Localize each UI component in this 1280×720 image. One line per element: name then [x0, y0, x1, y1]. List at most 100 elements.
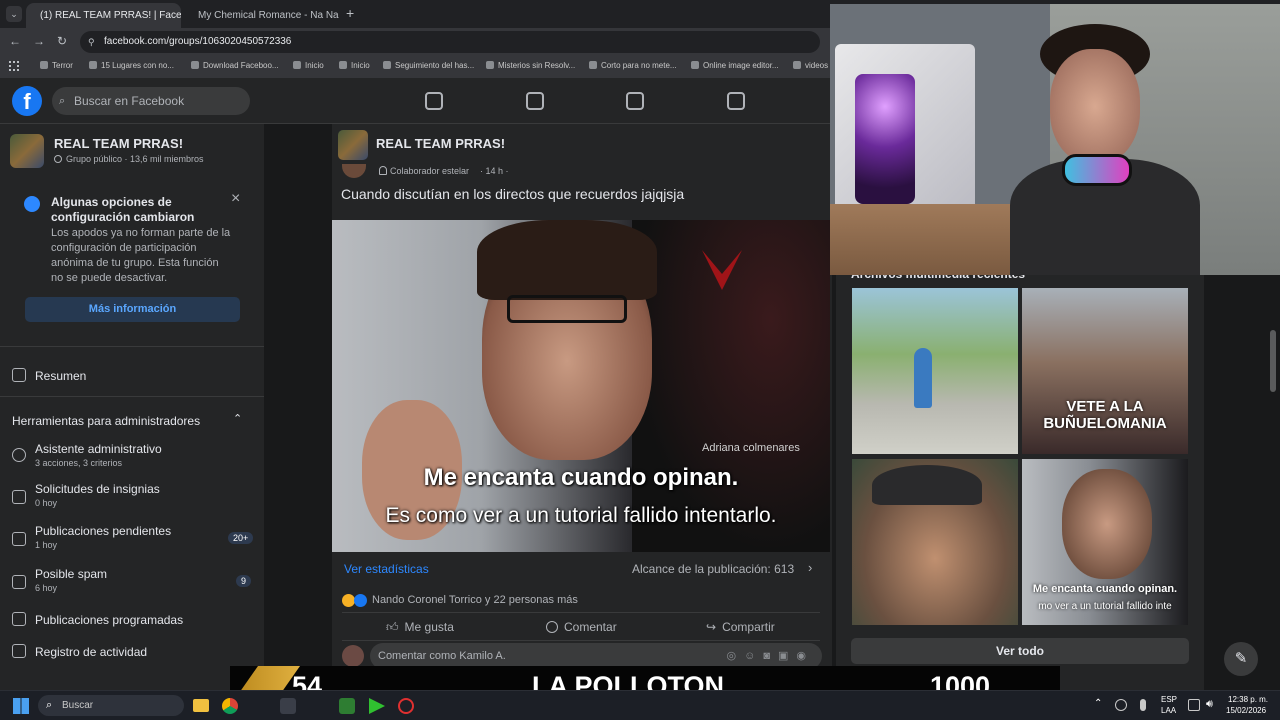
media-thumb-4[interactable]: Me encanta cuando opinan. mo ver a un tu…: [1022, 459, 1188, 625]
comment-icon: [546, 621, 558, 633]
sidebar-item-pending-posts[interactable]: Publicaciones pendientes: [35, 524, 171, 538]
like-label: Me gusta: [404, 620, 454, 634]
commenter-avatar[interactable]: [342, 645, 364, 667]
bookmark-item[interactable]: Seguimiento del has...: [383, 61, 474, 70]
notice-body: Los apodos ya no forman parte de la conf…: [51, 227, 231, 284]
sidebar-item-resumen[interactable]: Resumen: [35, 369, 86, 383]
facebook-logo[interactable]: f: [12, 86, 42, 116]
media-thumb-3[interactable]: [852, 459, 1018, 625]
more-info-button[interactable]: Más información: [25, 297, 240, 322]
sidebar-item-sub: 6 hoy: [35, 583, 58, 593]
subtitle-line-1: Me encanta cuando opinan.: [423, 464, 739, 491]
forward-icon[interactable]: →: [33, 34, 45, 48]
clock-date[interactable]: 15/02/2026: [1226, 706, 1266, 715]
tab-label: My Chemical Romance - Na Na: [198, 10, 339, 21]
language-bottom[interactable]: LAA: [1161, 706, 1176, 715]
windows-start-icon[interactable]: [13, 698, 29, 714]
glasses-shape: [507, 295, 627, 323]
group-avatar[interactable]: [10, 134, 44, 168]
sidebar-item-possible-spam[interactable]: Posible spam: [35, 567, 107, 581]
back-icon[interactable]: ←: [9, 34, 21, 48]
bookmark-item[interactable]: videos: [793, 61, 828, 70]
site-info-icon[interactable]: ⚲: [88, 31, 95, 53]
reactions-summary[interactable]: Nando Coronel Torrico y 22 personas más: [372, 594, 578, 606]
admin-tools-header[interactable]: Herramientas para administradores: [12, 414, 200, 428]
group-name[interactable]: REAL TEAM PRRAS!: [54, 136, 183, 151]
tab-list-button[interactable]: ⌄: [6, 6, 22, 22]
comment-placeholder: Comentar como Kamilo A.: [378, 650, 506, 662]
microphone-shape: [1062, 154, 1132, 186]
share-button[interactable]: ↪ Compartir: [706, 614, 775, 640]
feeds-icon[interactable]: [526, 92, 544, 110]
search-input[interactable]: ⌕ Buscar en Facebook: [52, 87, 250, 115]
chevron-right-icon[interactable]: ›: [808, 560, 812, 575]
sidebar-item-activity-log[interactable]: Registro de actividad: [35, 645, 147, 659]
video-watermark: Adriana colmenares: [702, 442, 800, 454]
bookmark-item[interactable]: Inicio: [293, 61, 324, 70]
bookmark-item[interactable]: Inicio: [339, 61, 370, 70]
url-text: facebook.com/groups/1063020450572336: [104, 36, 292, 47]
sidebar-item-scheduled-posts[interactable]: Publicaciones programadas: [35, 613, 183, 627]
tab-youtube[interactable]: My Chemical Romance - Na Na ×: [184, 3, 339, 28]
taskbar-app-icon[interactable]: [369, 698, 385, 714]
group-avatar-small[interactable]: [338, 130, 368, 160]
chevron-up-icon[interactable]: ⌃: [1094, 698, 1102, 709]
chrome-icon[interactable]: [222, 698, 238, 714]
post-reach[interactable]: Alcance de la publicación: 613: [632, 562, 794, 576]
search-icon: ⌕: [46, 699, 53, 711]
divider: [342, 640, 820, 641]
taskbar-search[interactable]: ⌕ Buscar: [38, 695, 184, 716]
like-button[interactable]: 👍︎ Me gusta: [386, 614, 454, 640]
comment-button[interactable]: Comentar: [546, 614, 617, 640]
video-icon[interactable]: [626, 92, 644, 110]
bookmark-item[interactable]: Terror: [40, 61, 73, 70]
divider: [342, 612, 820, 613]
taskbar-app-icon[interactable]: [280, 698, 296, 714]
bookmark-item[interactable]: 15 Lugares con no...: [89, 61, 174, 70]
close-icon[interactable]: ×: [231, 190, 240, 208]
chevron-up-icon[interactable]: ⌃: [233, 412, 242, 425]
network-icon[interactable]: [1188, 699, 1200, 711]
reload-icon[interactable]: ↻: [57, 34, 67, 48]
page-scrollbar[interactable]: [1270, 330, 1276, 392]
bookmark-item[interactable]: Corto para no mete...: [589, 61, 677, 70]
post-author-avatar[interactable]: [342, 164, 366, 178]
file-explorer-icon[interactable]: [193, 699, 209, 712]
sidebar-item-admin-assistant[interactable]: Asistente administrativo: [35, 442, 162, 456]
tab-facebook[interactable]: (1) REAL TEAM PRRAS! | Facebo ×: [26, 3, 181, 28]
post-time[interactable]: · 14 h ·: [480, 166, 509, 176]
media-thumb-2[interactable]: VETE A LA BUÑUELOMANIA: [1022, 288, 1188, 454]
pending-posts-icon: [12, 532, 26, 546]
new-tab-button[interactable]: +: [346, 5, 354, 21]
sidebar-item-sub: 0 hoy: [35, 498, 58, 508]
taskbar-app-icon[interactable]: [339, 698, 355, 714]
streamer-shape: [1010, 24, 1200, 275]
microphone-icon[interactable]: [1140, 699, 1146, 711]
apps-grid-icon[interactable]: [9, 61, 19, 71]
bookmark-item[interactable]: Download Faceboo...: [191, 61, 279, 70]
media-thumb-1[interactable]: [852, 288, 1018, 454]
clock-time[interactable]: 12:38 p. m.: [1228, 695, 1268, 704]
feed-post: REAL TEAM PRRAS! Colaborador estelar · 1…: [332, 124, 832, 690]
new-message-button[interactable]: ✎: [1224, 642, 1258, 676]
home-icon[interactable]: [425, 92, 443, 110]
sidebar-item-badge-requests[interactable]: Solicitudes de insignias: [35, 482, 160, 496]
thumb-subtitle-1: Me encanta cuando opinan.: [1032, 583, 1178, 595]
cap-shape: [872, 465, 982, 505]
volume-icon[interactable]: 🔊︎: [1206, 698, 1213, 711]
language-top[interactable]: ESP: [1161, 695, 1177, 704]
address-bar[interactable]: ⚲ facebook.com/groups/1063020450572336: [80, 31, 820, 53]
obs-icon[interactable]: [398, 698, 414, 714]
bookmark-item[interactable]: Misterios sin Resolv...: [486, 61, 575, 70]
gear-icon: [12, 448, 26, 462]
windows-taskbar: ⌕ Buscar ⌃ ESP LAA 🔊︎ 12:38 p. m. 15/02/…: [0, 690, 1280, 720]
see-all-button[interactable]: Ver todo: [851, 638, 1189, 664]
taskbar-search-label: Buscar: [62, 700, 94, 711]
bookmark-item[interactable]: Online image editor...: [691, 61, 779, 70]
tray-icon[interactable]: [1115, 699, 1127, 711]
post-group-name[interactable]: REAL TEAM PRRAS!: [376, 136, 505, 151]
marketplace-icon[interactable]: [727, 92, 745, 110]
divider: [0, 346, 264, 347]
view-stats-link[interactable]: Ver estadísticas: [344, 562, 429, 576]
post-video[interactable]: Adriana colmenares Me encanta cuando opi…: [332, 220, 830, 552]
